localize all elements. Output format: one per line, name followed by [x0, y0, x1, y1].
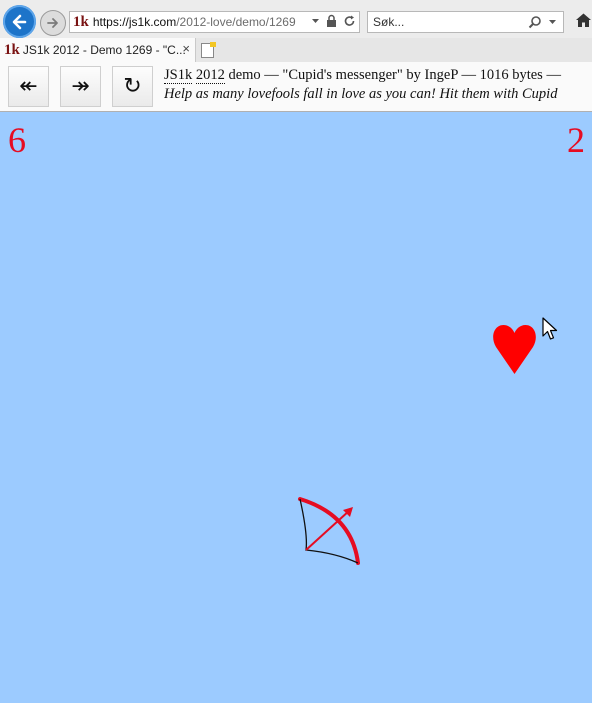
demo-description: Help as many lovefools fall in love as y…	[164, 86, 558, 102]
browser-chrome: 1k https://js1k.com/2012-love/demo/1269 …	[0, 0, 592, 63]
dropdown-icon[interactable]	[311, 14, 320, 28]
home-icon[interactable]	[575, 12, 592, 29]
tab-favicon: 1k	[4, 41, 20, 58]
previous-demo-button[interactable]: ↞	[8, 66, 49, 107]
demo-info: JS1k 2012 demo — "Cupid's messenger" by …	[164, 66, 592, 104]
year-link[interactable]: 2012	[195, 67, 225, 84]
demo-title: demo — "Cupid's messenger" by IngeP — 10…	[224, 67, 561, 83]
new-tab-icon[interactable]	[199, 41, 217, 59]
url-host: https://js1k.com	[92, 15, 177, 29]
arrow-left-icon	[12, 14, 26, 29]
refresh-icon[interactable]	[343, 14, 356, 28]
address-bar[interactable]: 1k https://js1k.com/2012-love/demo/1269	[69, 11, 360, 33]
search-box[interactable]: Søk...	[367, 11, 564, 33]
next-demo-button[interactable]: ↠	[60, 66, 101, 107]
mouse-cursor-icon	[542, 317, 558, 340]
tab-bar: 1k JS1k 2012 - Demo 1269 - "C... ×	[0, 38, 592, 63]
forward-button[interactable]	[40, 10, 66, 36]
reload-demo-button[interactable]: ↻	[112, 66, 153, 107]
site-logo: 1k	[73, 13, 89, 30]
game-canvas[interactable]: 6 2	[0, 112, 592, 703]
js1k-link[interactable]: JS1k	[164, 67, 193, 84]
lock-icon[interactable]	[326, 14, 337, 28]
back-button[interactable]	[3, 5, 36, 38]
heart-icon[interactable]	[492, 323, 537, 375]
chevron-down-icon[interactable]	[548, 15, 557, 29]
arrow-right-icon	[47, 18, 58, 28]
tab-active[interactable]: 1k JS1k 2012 - Demo 1269 - "C... ×	[0, 38, 196, 62]
demo-title-line: JS1k 2012 demo — "Cupid's messenger" by …	[164, 66, 592, 85]
close-icon[interactable]: ×	[182, 41, 190, 56]
score-left: 6	[8, 120, 26, 160]
search-tools	[528, 15, 557, 29]
url-path: /2012-love/demo/1269	[176, 15, 296, 29]
bow-icon[interactable]	[296, 495, 362, 566]
tab-title: JS1k 2012 - Demo 1269 - "C...	[22, 43, 186, 57]
score-right: 2	[567, 120, 585, 160]
address-tools	[307, 14, 356, 28]
demo-toolbar: ↞ ↠ ↻ JS1k 2012 demo — "Cupid's messenge…	[0, 62, 592, 112]
search-placeholder: Søk...	[373, 15, 405, 29]
search-icon[interactable]	[528, 15, 542, 29]
